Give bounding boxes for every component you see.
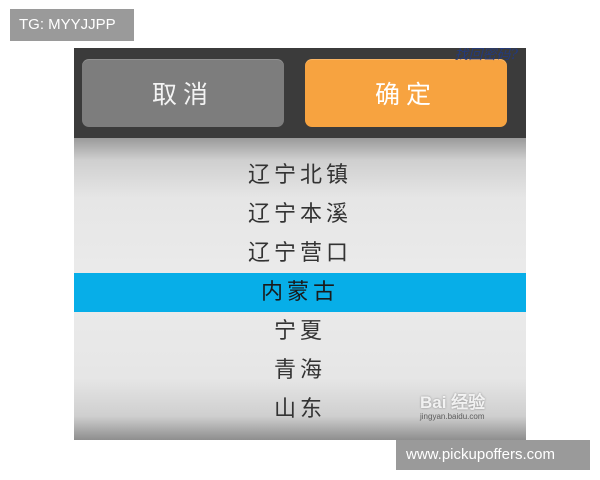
- confirm-button[interactable]: 确定: [305, 59, 507, 127]
- picker-item[interactable]: 辽宁本溪: [74, 195, 526, 234]
- picker-item[interactable]: 辽宁营口: [74, 234, 526, 273]
- watermark-tag: TG: MYYJJPP: [10, 9, 134, 41]
- region-picker-wheel[interactable]: 辽宁北镇 辽宁本溪 辽宁营口 内蒙古 宁夏 青海 山东: [74, 138, 526, 440]
- picker-item[interactable]: 青海: [74, 351, 526, 390]
- picker-item-selected[interactable]: 内蒙古: [74, 273, 526, 312]
- picker-item[interactable]: 山东: [74, 390, 526, 429]
- cancel-button[interactable]: 取消: [82, 59, 284, 127]
- dialog-toolbar: 取消 确定 找回密码?: [74, 48, 526, 138]
- region-picker-dialog: 取消 确定 找回密码? 辽宁北镇 辽宁本溪 辽宁营口 内蒙古 宁夏 青海 山东: [74, 48, 526, 440]
- watermark-site-url: www.pickupoffers.com: [396, 440, 590, 470]
- forgot-password-link: 找回密码?: [454, 48, 518, 63]
- picker-item[interactable]: 辽宁北镇: [74, 156, 526, 195]
- picker-item[interactable]: 宁夏: [74, 312, 526, 351]
- screenshot-canvas: TG: MYYJJPP 取消 确定 找回密码? 辽宁北镇 辽宁本溪 辽宁营口 内…: [0, 0, 600, 480]
